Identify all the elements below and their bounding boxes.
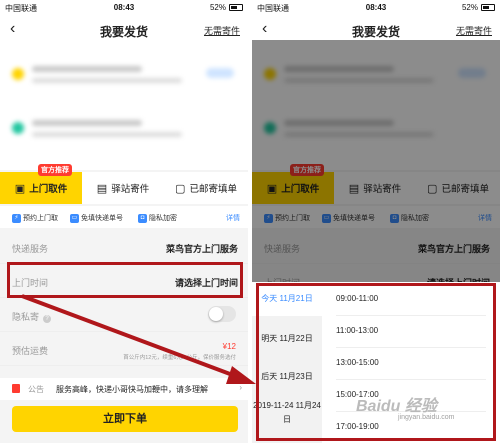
annotation-arrow (21, 294, 256, 384)
arrow-shaft (21, 294, 239, 379)
baidu-watermark: Baidu 经验 (356, 398, 437, 415)
arrow-head-icon (226, 366, 256, 384)
watermark-url: jingyan.baidu.com (398, 414, 455, 421)
